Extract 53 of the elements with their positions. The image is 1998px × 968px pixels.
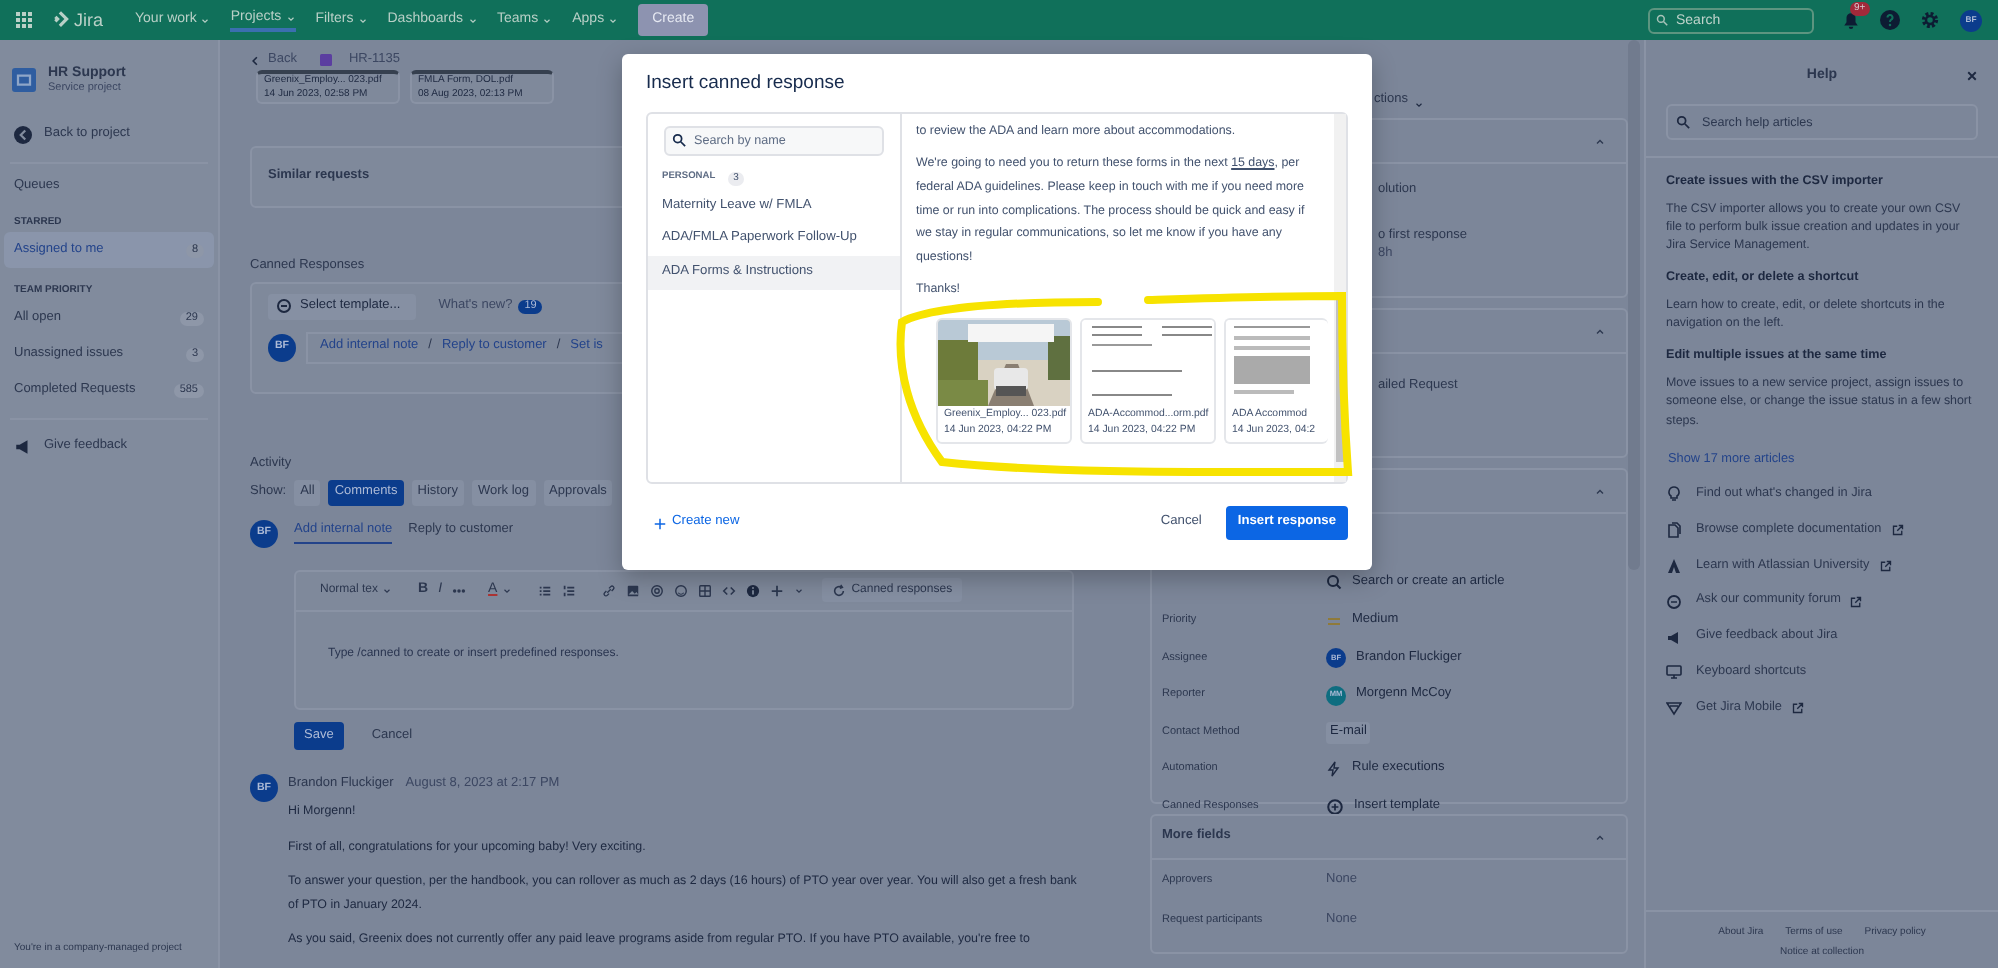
caret-icon [1413,100,1424,110]
collapse-chevron-icon [1594,485,1606,497]
back-arrow-icon [14,125,32,144]
caret-icon [501,585,512,596]
issue-type-icon [320,54,333,67]
caret-icon [285,13,296,23]
collapse-chevron-icon [1594,831,1606,843]
template-icon [276,298,292,315]
caret-icon [542,15,553,25]
megaphone-icon [14,438,32,457]
caret-icon [608,15,619,25]
search-icon [672,133,686,148]
bullet-list-icon [537,583,552,598]
help-icon [1880,10,1900,30]
plus-icon [769,583,784,598]
search-icon [1676,115,1690,129]
plus-icon [654,517,666,530]
product-name: Jira [74,7,104,33]
caret-icon [382,585,393,596]
emoji-icon [673,583,688,598]
more-icon [452,587,467,594]
bell-icon [1842,11,1860,29]
dialog-title: Insert canned response [646,72,847,98]
monitor-icon [1666,664,1682,681]
link-icon [601,583,616,598]
document-icon [1666,522,1682,539]
collapse-chevron-icon [1594,325,1606,337]
template-icon [1326,797,1344,816]
table-icon [697,583,712,598]
mention-icon [649,583,664,598]
lightning-icon [1326,760,1342,779]
code-icon [721,583,736,598]
numbered-list-icon [561,583,576,598]
caret-icon [793,585,804,596]
article-search-icon [1326,574,1342,591]
priority-medium-icon [1326,613,1342,630]
caret-icon [467,15,477,25]
refresh-icon [831,583,846,598]
mountain-logo-icon [1666,558,1682,574]
collapse-chevron-icon [1594,135,1606,147]
search-icon [1656,14,1668,26]
image-icon [625,583,640,598]
caret-icon [200,15,211,25]
project-icon [12,68,36,93]
lightbulb-icon [1666,486,1682,503]
info-icon [745,583,760,598]
chevron-left-icon [250,55,260,66]
settings-icon [1920,10,1940,30]
caret-icon [357,15,368,25]
app-grid-icon [16,12,32,28]
close-icon [1966,70,1978,82]
megaphone-icon [1666,629,1682,646]
jira-logo-icon [52,10,70,29]
